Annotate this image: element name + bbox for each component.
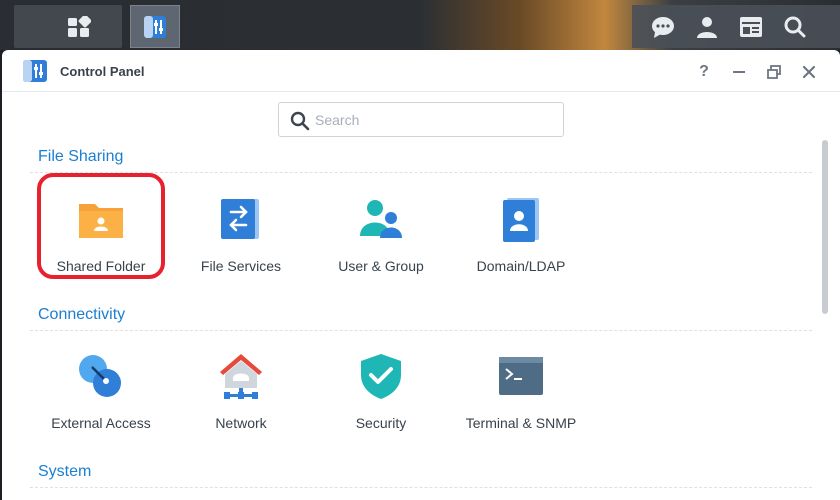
external-access-icon: [79, 355, 121, 397]
widgets-icon: [740, 16, 762, 37]
tile-terminal-snmp[interactable]: Terminal & SNMP: [456, 335, 586, 455]
main-menu-icon: [68, 15, 91, 37]
tile-file-services[interactable]: File Services: [176, 178, 306, 298]
section-divider: [30, 330, 812, 331]
user-account-button[interactable]: [687, 5, 727, 48]
control-panel-icon: [144, 15, 166, 38]
search-box[interactable]: [278, 102, 564, 137]
shared-folder-icon: [79, 204, 123, 238]
tile-label: External Access: [51, 415, 151, 431]
tile-external-access[interactable]: External Access: [36, 335, 166, 455]
close-icon: [802, 65, 816, 79]
user-icon: [697, 16, 717, 38]
user-group-icon: [360, 200, 402, 238]
search-icon: [784, 16, 806, 37]
chat-bubble-icon: [652, 16, 674, 38]
section-title-system: System: [38, 463, 92, 480]
terminal-icon: [499, 357, 543, 395]
tile-domain-ldap[interactable]: Domain/LDAP: [456, 178, 586, 298]
window-titlebar: Control Panel ?: [2, 50, 840, 92]
tile-label: Security: [355, 415, 407, 431]
tile-label: Network: [215, 415, 267, 431]
minimize-button[interactable]: [729, 62, 749, 82]
file-services-icon: [221, 199, 259, 239]
section-title-connectivity: Connectivity: [38, 306, 126, 323]
section-title-file-sharing: File Sharing: [38, 148, 124, 165]
search-input[interactable]: [315, 109, 555, 131]
section-divider: [30, 487, 812, 488]
domain-ldap-icon: [503, 198, 539, 242]
help-icon: ?: [699, 63, 709, 80]
network-icon: [220, 354, 262, 399]
notifications-button[interactable]: [643, 5, 683, 48]
tile-label: User & Group: [338, 258, 424, 274]
taskbar: [0, 0, 840, 50]
security-icon: [361, 354, 401, 399]
tile-user-group[interactable]: User & Group: [316, 178, 446, 298]
tile-shared-folder[interactable]: Shared Folder: [36, 178, 166, 298]
window-title: Control Panel: [60, 64, 145, 79]
tile-label: Shared Folder: [56, 258, 146, 274]
widgets-button[interactable]: [731, 5, 771, 48]
control-panel-app-icon: [23, 60, 47, 82]
restore-button[interactable]: [764, 62, 784, 82]
taskbar-control-panel-button[interactable]: [130, 5, 180, 48]
tile-label: File Services: [200, 258, 282, 274]
restore-icon: [767, 65, 781, 79]
tile-network[interactable]: Network: [176, 335, 306, 455]
control-panel-window: Control Panel ? File Sharing: [2, 50, 840, 500]
tile-label: Domain/LDAP: [476, 258, 566, 274]
main-menu-button[interactable]: [36, 5, 122, 48]
scrollbar[interactable]: [822, 140, 828, 314]
close-button[interactable]: [799, 62, 819, 82]
tile-security[interactable]: Security: [316, 335, 446, 455]
help-button[interactable]: ?: [694, 62, 714, 82]
minimize-icon: [733, 71, 745, 73]
tile-label: Terminal & SNMP: [465, 415, 577, 431]
search-taskbar-button[interactable]: [775, 5, 815, 48]
search-icon: [290, 111, 310, 131]
